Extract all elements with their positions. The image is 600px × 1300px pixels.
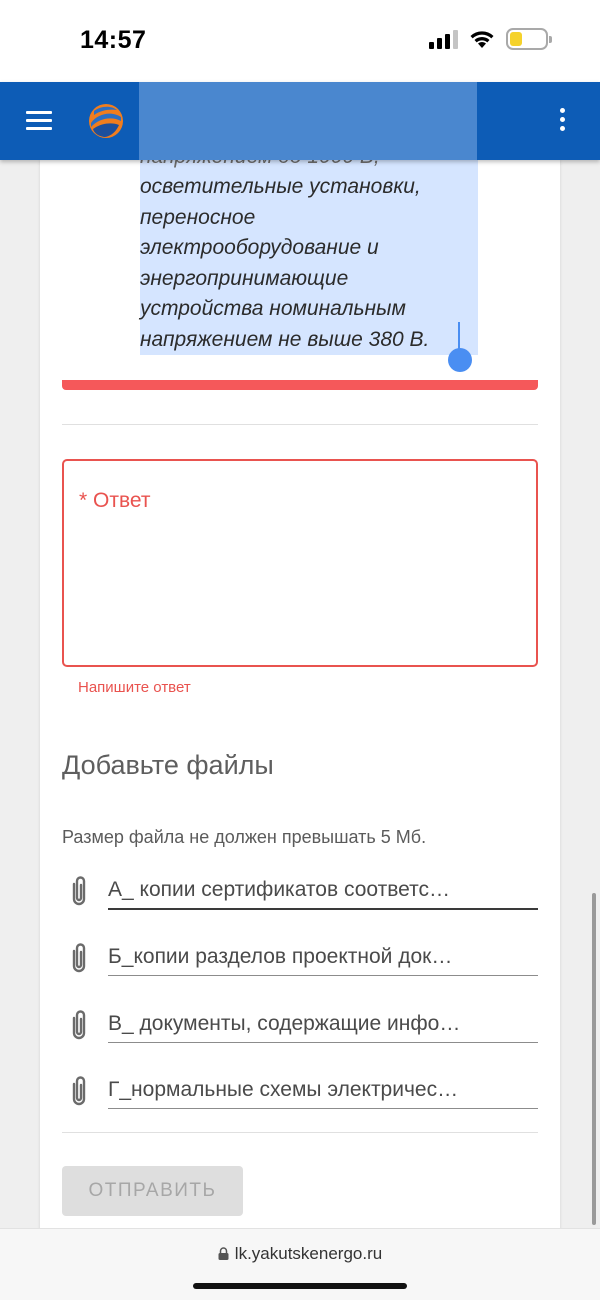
signal-icon [429, 29, 458, 49]
menu-icon[interactable] [26, 111, 52, 131]
files-section-title: Добавьте файлы [62, 750, 274, 780]
scrollbar[interactable] [592, 893, 596, 1225]
file-upload-label: А_ копии сертификатов соответс… [108, 878, 450, 901]
file-upload-label: Б_копии разделов проектной док… [108, 945, 453, 968]
file-upload-underline [108, 908, 538, 910]
files-size-hint: Размер файла не должен превышать 5 Мб. [62, 827, 427, 847]
url-text: lk.yakutskenergo.ru [234, 1244, 383, 1263]
file-upload-label: В_ документы, содержащие инфо… [108, 1012, 461, 1035]
answer-error-text: Напишите ответ [78, 679, 191, 696]
form-card: напряжением до 1000 В, осветительные уст… [40, 142, 560, 1230]
file-upload-a[interactable]: А_ копии сертификатов соответс… [62, 872, 538, 912]
wifi-icon [470, 31, 494, 48]
address-bar[interactable]: lk.yakutskenergo.ru [0, 1244, 600, 1264]
logo-icon[interactable] [86, 101, 126, 141]
home-indicator[interactable] [193, 1283, 407, 1289]
selected-text-line: энергопринимающие [140, 263, 478, 294]
file-upload-underline [108, 1042, 538, 1043]
answer-textarea[interactable]: * Ответ [62, 459, 538, 667]
paperclip-icon [72, 1076, 86, 1106]
paperclip-icon [72, 943, 86, 973]
selected-question-text[interactable]: напряжением до 1000 В, осветительные уст… [140, 142, 478, 355]
selected-text-line: осветительные установки, [140, 172, 478, 203]
battery-icon [506, 28, 552, 50]
paperclip-icon [72, 1010, 86, 1040]
selected-text-line: переносное [140, 202, 478, 233]
divider [62, 1132, 538, 1133]
app-bar [0, 82, 600, 160]
file-upload-label: Г_нормальные схемы электричес… [108, 1078, 459, 1101]
divider [62, 424, 538, 425]
file-upload-underline [108, 975, 538, 976]
file-upload-b[interactable]: Б_копии разделов проектной док… [62, 939, 538, 979]
submit-button[interactable]: ОТПРАВИТЬ [62, 1166, 243, 1216]
status-bar: 14:57 [0, 0, 600, 82]
selection-caret [458, 322, 460, 350]
text-selection-overflow [139, 82, 477, 160]
error-indicator-bar [62, 380, 538, 390]
browser-bar: lk.yakutskenergo.ru [0, 1228, 600, 1300]
selected-text-line: электрооборудование и [140, 233, 478, 264]
status-icons [429, 28, 552, 50]
file-upload-c[interactable]: В_ документы, содержащие инфо… [62, 1006, 538, 1046]
more-vert-icon[interactable] [558, 108, 566, 134]
selection-handle[interactable] [448, 348, 472, 372]
status-time: 14:57 [80, 26, 147, 54]
lock-icon [218, 1247, 229, 1260]
answer-label: * Ответ [79, 489, 151, 512]
paperclip-icon [72, 876, 86, 906]
selected-text-line: напряжением не выше 380 В. [140, 324, 478, 355]
file-upload-underline [108, 1108, 538, 1109]
file-upload-d[interactable]: Г_нормальные схемы электричес… [62, 1072, 538, 1112]
selected-text-line: устройства номинальным [140, 294, 478, 325]
